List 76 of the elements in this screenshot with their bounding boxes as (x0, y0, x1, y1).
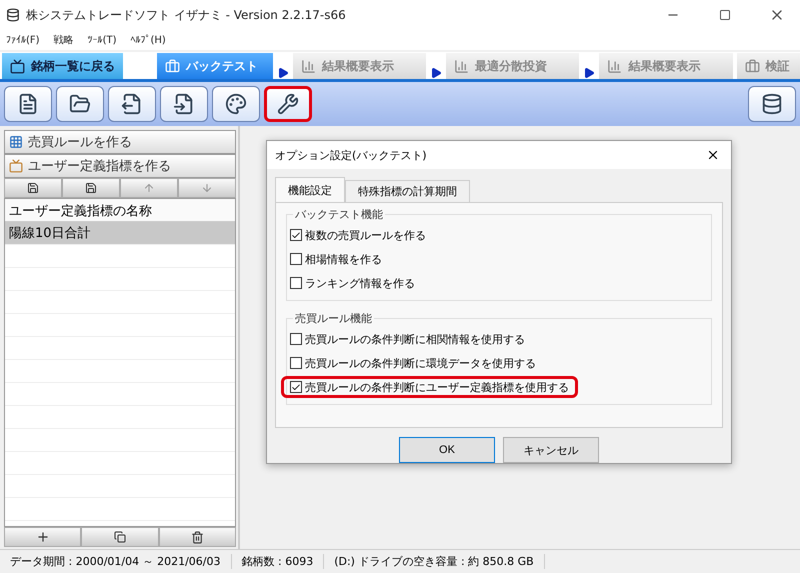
menu-item[interactable]: 戦略 (54, 33, 74, 47)
checkbox[interactable] (290, 253, 302, 265)
checkbox[interactable] (290, 277, 302, 289)
check-icon (291, 230, 301, 240)
open-icon (69, 93, 91, 115)
arrow-up-icon (143, 182, 155, 194)
menu-item[interactable]: ﾍﾙﾌﾟ(H) (130, 34, 166, 46)
plus-icon (36, 530, 50, 544)
database-icon (761, 93, 783, 115)
sidebar-section-button[interactable]: 売買ルールを作る (4, 130, 236, 154)
dialog-tab[interactable]: 特殊指標の計算期間 (345, 180, 470, 203)
monitor-icon (10, 58, 25, 74)
toolbar-button[interactable] (748, 86, 796, 122)
save-icon (85, 182, 97, 194)
checkbox[interactable] (290, 357, 302, 369)
grid-icon (9, 135, 23, 149)
checkbox-option[interactable]: 売買ルールの条件判断に環境データを使用する (281, 352, 545, 374)
briefcase-icon (165, 58, 180, 74)
briefcase-icon (744, 58, 760, 74)
export-icon (121, 93, 143, 115)
close-icon (706, 148, 720, 162)
checkbox-label: 売買ルールの条件判断に相関情報を使用する (305, 332, 525, 346)
ok-button[interactable]: OK (399, 437, 495, 463)
checkbox-option[interactable]: ランキング情報を作る (281, 272, 424, 294)
arrow-down-icon (201, 182, 213, 194)
status-text: (D:) ドライブの空き容量 : 約 850.8 GB (324, 554, 545, 569)
bar-chart-icon (454, 58, 470, 74)
trash-icon (190, 530, 204, 544)
import-icon (173, 93, 195, 115)
copy-button[interactable] (81, 527, 159, 547)
checkbox-option[interactable]: 複数の売買ルールを作る (281, 224, 435, 246)
dialog-tab[interactable]: 機能設定 (275, 177, 345, 203)
step-arrow-icon (583, 67, 596, 79)
toolbar-button[interactable] (4, 86, 52, 122)
group-title: 売買ルール機能 (294, 311, 373, 326)
toolbar-button[interactable] (56, 86, 104, 122)
dialog-title: オプション設定(バックテスト) (275, 148, 427, 162)
checkbox-label: 相場情報を作る (305, 252, 382, 266)
save-button[interactable] (62, 178, 120, 198)
bar-chart-icon (607, 58, 622, 74)
tab[interactable]: 銘柄一覧に戻る (2, 53, 123, 79)
sidebar-section-button[interactable]: ユーザー定義指標を作る (4, 154, 236, 178)
save-icon (27, 182, 39, 194)
bar-chart-icon (300, 58, 316, 74)
status-text: データ期間 : 2000/01/04 ～ 2021/06/03 (0, 554, 232, 569)
delete-button[interactable] (158, 527, 236, 547)
checkbox-label: 売買ルールの条件判断に環境データを使用する (305, 356, 536, 370)
window-title: 株システムトレードソフト イザナミ - Version 2.2.17-s66 (26, 6, 347, 24)
list-row[interactable]: 陽線10日合計 (5, 222, 235, 245)
checkbox-label: 複数の売買ルールを作る (305, 228, 426, 242)
checkbox-label: ランキング情報を作る (305, 276, 415, 290)
menu-item[interactable]: ﾂｰﾙ(T) (88, 34, 116, 46)
app-logo-icon (6, 8, 20, 22)
checkbox-label: 売買ルールの条件判断にユーザー定義指標を使用する (305, 380, 569, 394)
maximize-icon (719, 9, 731, 21)
toolbar-button[interactable] (160, 86, 208, 122)
check-icon (291, 382, 301, 392)
save-button[interactable] (4, 178, 62, 198)
new-icon (17, 93, 39, 115)
checkbox[interactable] (290, 229, 302, 241)
toolbar-button[interactable] (212, 86, 260, 122)
menu-item[interactable]: ﾌｧｲﾙ(F) (6, 34, 40, 46)
checkbox[interactable] (290, 333, 302, 345)
column-header: ユーザー定義指標の名称 (5, 199, 235, 222)
checkbox[interactable] (290, 381, 302, 393)
step-arrow-icon (276, 67, 289, 79)
step-arrow-icon (430, 67, 442, 79)
checkbox-option[interactable]: 売買ルールの条件判断にユーザー定義指標を使用する (281, 376, 578, 398)
status-text: 銘柄数 : 6093 (232, 554, 324, 569)
group-title: バックテスト機能 (294, 207, 384, 222)
copy-icon (114, 531, 126, 543)
cancel-button[interactable]: キャンセル (503, 437, 599, 463)
toolbar-button[interactable] (264, 86, 312, 122)
checkbox-option[interactable]: 相場情報を作る (281, 248, 391, 270)
toolbar-button[interactable] (108, 86, 156, 122)
checkbox-option[interactable]: 売買ルールの条件判断に相関情報を使用する (281, 328, 534, 350)
